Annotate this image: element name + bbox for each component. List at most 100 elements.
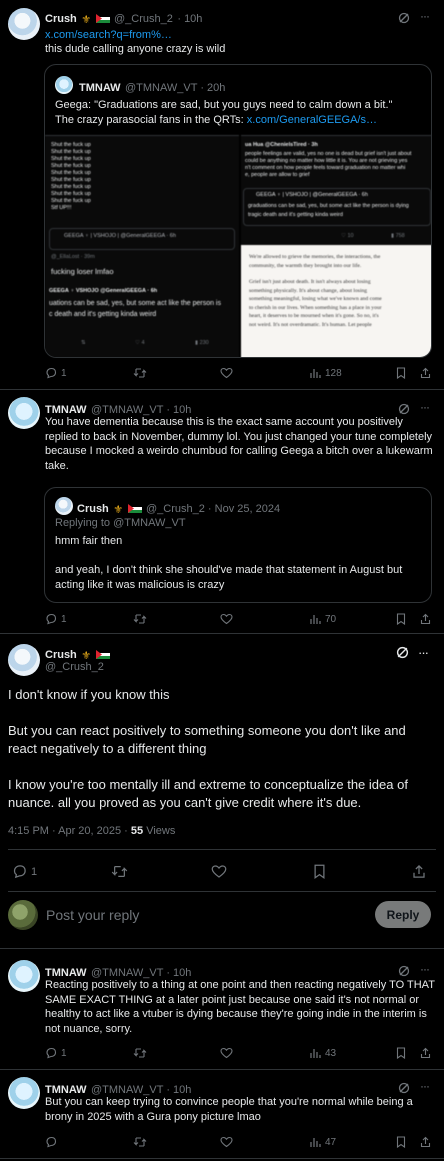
image-tag: GEEGA ♀ | VSHOJO | @GeneralGEEGA · 6h xyxy=(64,233,176,239)
quote-link[interactable]: x.com/GeneralGEEGA/s… xyxy=(247,114,377,126)
views-button[interactable]: 43 xyxy=(309,1047,336,1059)
image-text-line: Shut the fuck up xyxy=(51,149,91,155)
reply-button[interactable]: 1 xyxy=(45,1047,67,1059)
avatar[interactable] xyxy=(8,644,40,676)
reply-input[interactable]: Post your reply xyxy=(46,907,139,923)
reply-button[interactable] xyxy=(45,1136,57,1148)
quote-image-left[interactable]: Shut the fuck up Shut the fuck up Shut t… xyxy=(45,135,239,357)
image-text-line: Shut the fuck up xyxy=(51,156,91,162)
like-button[interactable] xyxy=(220,613,233,625)
author-name[interactable]: Crush xyxy=(45,649,77,661)
image-text-line: Shut the fuck up xyxy=(51,142,91,148)
grok-icon[interactable] xyxy=(398,11,410,29)
avatar xyxy=(55,76,73,94)
repost-button[interactable] xyxy=(133,1136,147,1148)
image-tweet-line: graduations can be sad, yes, but some ac… xyxy=(248,203,409,209)
quote-text: Geega: "Graduations are sad, but you guy… xyxy=(55,99,393,111)
bookmark-icon[interactable] xyxy=(396,1047,406,1059)
reply-button[interactable]: 1 xyxy=(12,864,37,879)
reply-count: 1 xyxy=(61,1047,67,1059)
like-button[interactable] xyxy=(220,1136,233,1148)
avatar[interactable] xyxy=(8,8,40,40)
image-tweet-line: tragic death and it's getting kinda weir… xyxy=(248,212,343,218)
quoted-post[interactable]: TMNAW @TMNAW_VT · 20h Geega: "Graduation… xyxy=(44,64,432,358)
author-name: Crush xyxy=(77,503,109,515)
post-text: I know you're too mentally ill and extre… xyxy=(8,777,408,810)
more-icon[interactable]: ··· xyxy=(420,9,430,23)
share-icon[interactable] xyxy=(420,1047,431,1059)
author-handle[interactable]: @_Crush_2 xyxy=(45,661,104,673)
post-text: this dude calling anyone crazy is wild xyxy=(45,43,226,55)
image-text-line: Shut the fuck up xyxy=(51,184,91,190)
share-icon[interactable] xyxy=(420,367,431,379)
reply-count: 1 xyxy=(61,367,67,379)
reply-submit-button[interactable]: Reply xyxy=(375,901,431,928)
divider xyxy=(0,948,444,949)
views-count: 128 xyxy=(325,367,342,379)
share-icon[interactable] xyxy=(420,613,431,625)
post-link[interactable]: x.com/search?q=from%… xyxy=(45,28,172,43)
essay-line: something physically. It's about change,… xyxy=(249,287,368,294)
divider xyxy=(0,389,444,390)
quote-text: The crazy parasocial fans in the QRTs: xyxy=(55,114,247,126)
share-icon[interactable] xyxy=(412,864,426,879)
quote-image-right[interactable]: ua Hua @ChenieIsTired · 3h people feelin… xyxy=(241,135,431,357)
reply-button[interactable]: 1 xyxy=(45,367,67,379)
more-icon[interactable]: ··· xyxy=(420,962,430,976)
post-time[interactable]: · 10h xyxy=(177,13,202,25)
views-button[interactable]: 70 xyxy=(309,613,336,625)
image-user: @_EllaLost · 39m xyxy=(51,254,95,260)
essay-line: We're allowed to grieve the memories, th… xyxy=(249,254,381,260)
image-stat: 758 xyxy=(395,233,405,239)
image-tweet-head: GEEGA ♀ VSHOJO @GeneralGEEGA · 6h xyxy=(49,288,158,294)
avatar[interactable] xyxy=(8,397,40,429)
essay-image: We're allowed to grieve the memories, th… xyxy=(241,245,431,357)
reply-count: 1 xyxy=(61,613,67,625)
author-handle[interactable]: @_Crush_2 xyxy=(114,13,173,25)
emoji-badge-icon: ⚜ xyxy=(113,504,124,516)
author-name[interactable]: Crush xyxy=(45,13,77,25)
image-head: ua Hua @ChenieIsTired · 3h xyxy=(245,142,318,148)
bookmark-icon[interactable] xyxy=(396,613,406,625)
divider xyxy=(8,891,436,892)
author-name: TMNAW xyxy=(79,82,121,94)
quote-text: hmm fair then xyxy=(55,535,123,547)
reply-button[interactable]: 1 xyxy=(45,613,67,625)
flag-icon xyxy=(95,10,110,28)
essay-line: to cherish in our lives. When something … xyxy=(249,304,382,311)
image-text-line: Shut the fuck up xyxy=(51,163,91,169)
repost-button[interactable] xyxy=(111,864,128,879)
views-button[interactable]: 128 xyxy=(309,367,342,379)
views-button[interactable]: 47 xyxy=(309,1136,336,1148)
emoji-badge-icon: ⚜ xyxy=(81,14,92,26)
post-text: I don't know if you know this xyxy=(8,687,170,702)
repost-button[interactable] xyxy=(133,367,147,379)
like-button[interactable] xyxy=(211,864,227,879)
image-tweet-line: uations can be sad, yes, but some act li… xyxy=(49,300,221,307)
share-icon[interactable] xyxy=(420,1136,431,1148)
bookmark-icon[interactable] xyxy=(396,367,406,379)
image-stat: 10 xyxy=(347,233,354,239)
divider xyxy=(0,633,444,634)
like-button[interactable] xyxy=(220,1047,233,1059)
quoted-post[interactable]: Crush ⚜ @_Crush_2 · Nov 25, 2024 Replyin… xyxy=(44,487,432,603)
image-text-line: e, people are allow to grief xyxy=(245,172,310,178)
grok-icon[interactable] xyxy=(396,646,409,664)
repost-button[interactable] xyxy=(133,613,147,625)
avatar[interactable] xyxy=(8,1077,40,1109)
avatar xyxy=(55,497,73,515)
avatar[interactable] xyxy=(8,960,40,992)
author-handle: @TMNAW_VT · 20h xyxy=(125,82,226,94)
more-icon[interactable]: ··· xyxy=(418,645,429,660)
bookmark-icon[interactable] xyxy=(396,1136,406,1148)
image-text-line: Shut the fuck up xyxy=(51,177,91,183)
divider xyxy=(0,1069,444,1070)
post-timestamp[interactable]: 4:15 PM · Apr 20, 2025 · xyxy=(8,825,131,837)
repost-button[interactable] xyxy=(133,1047,147,1059)
more-icon[interactable]: ··· xyxy=(420,400,430,414)
views-label: Views xyxy=(143,825,176,837)
more-icon[interactable]: ··· xyxy=(420,1079,430,1093)
avatar[interactable] xyxy=(8,900,38,930)
bookmark-icon[interactable] xyxy=(313,864,326,879)
like-button[interactable] xyxy=(220,367,233,379)
